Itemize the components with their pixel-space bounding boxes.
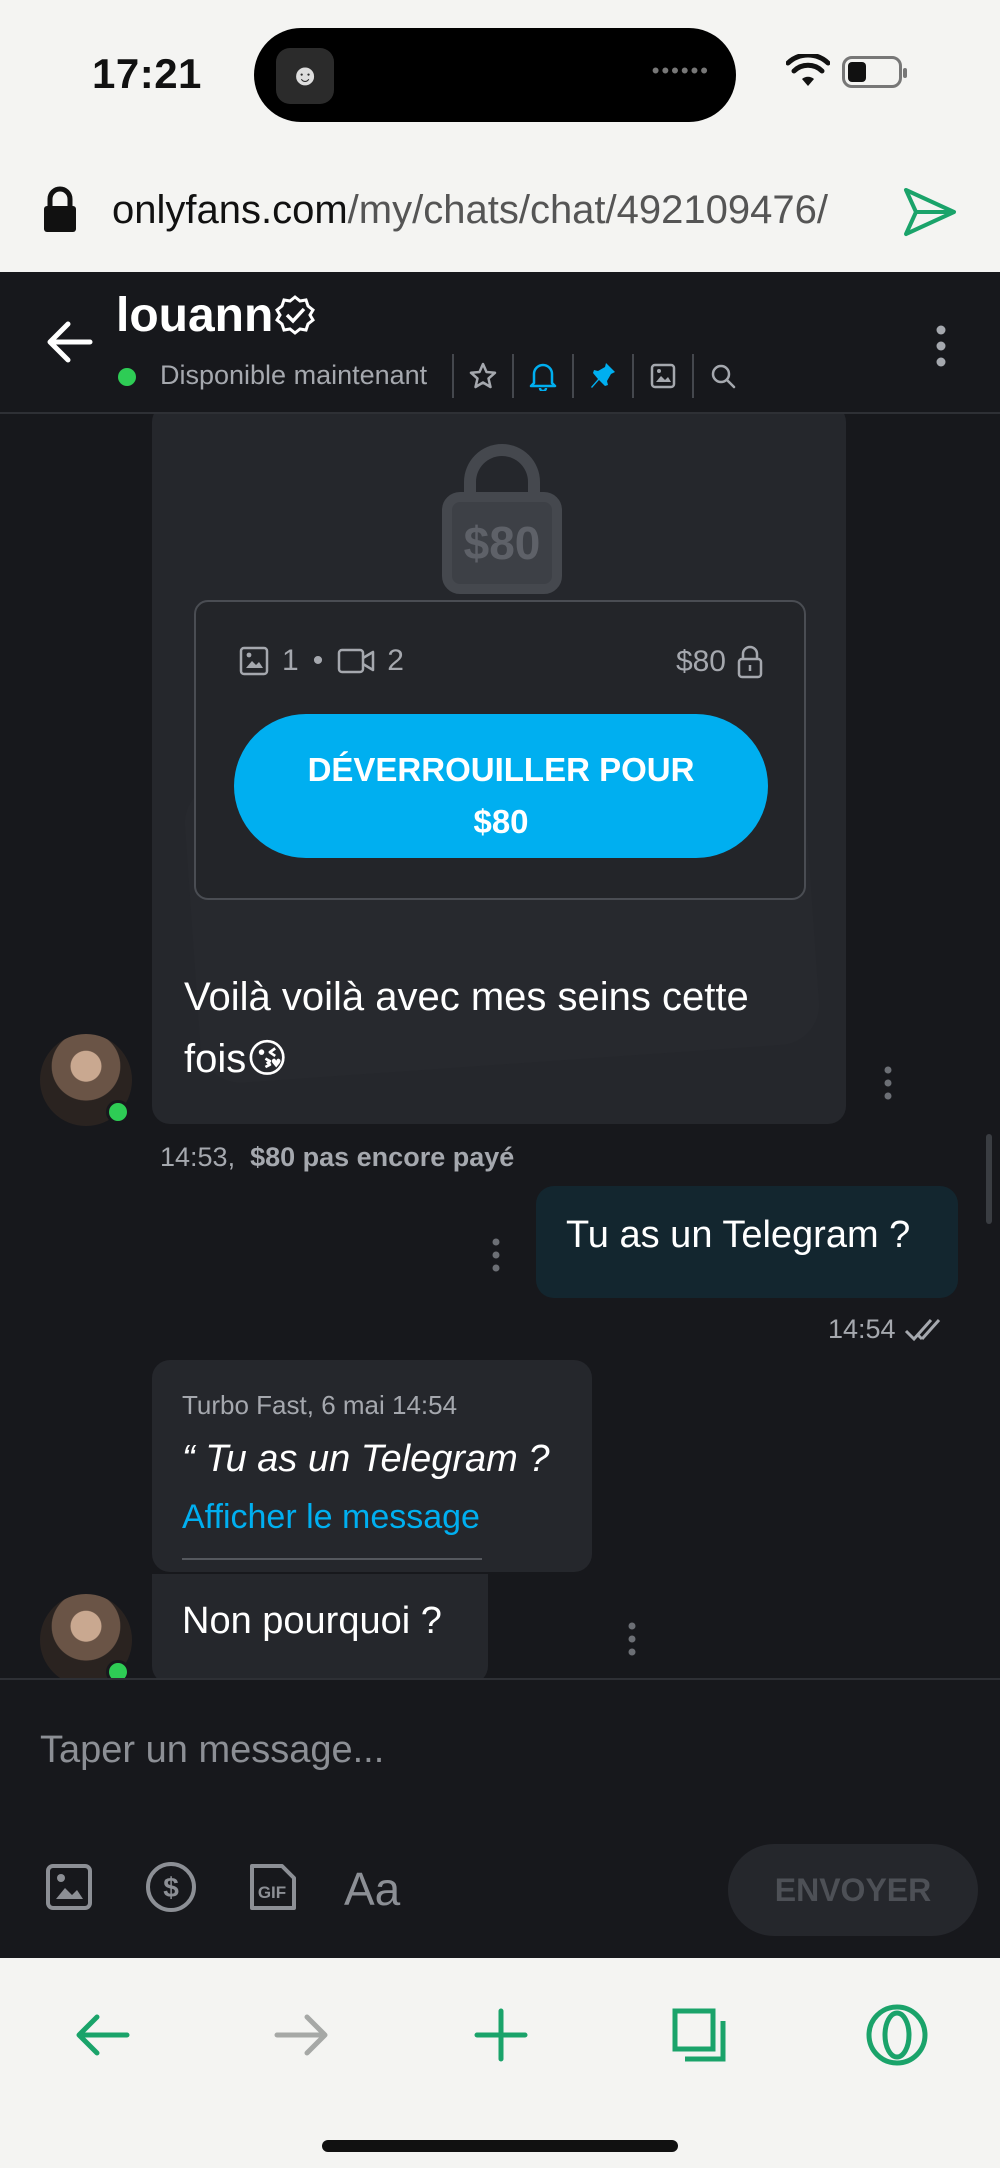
attach-image-icon[interactable]: [42, 1860, 96, 1914]
activity-dots-icon: ••••••: [651, 58, 710, 83]
gif-icon[interactable]: GIF: [245, 1860, 299, 1914]
locked-content-icon: $80: [442, 444, 562, 594]
locked-price: $80: [442, 492, 562, 594]
message-time: 14:53,: [160, 1142, 236, 1172]
ppv-price: $80: [676, 644, 764, 680]
url-text[interactable]: onlyfans.com/my/chats/chat/492109476/: [112, 188, 828, 233]
browser-forward-icon[interactable]: [266, 2000, 336, 2070]
chat-header: louann Disponible maintenant: [0, 272, 1000, 414]
battery-icon: [842, 56, 907, 88]
header-actions: [452, 354, 752, 398]
url-path: /my/chats/chat/492109476/: [347, 188, 828, 232]
reply-quote-bubble[interactable]: Turbo Fast, 6 mai 14:54 “ Tu as un Teleg…: [152, 1360, 592, 1572]
message-input[interactable]: [40, 1710, 940, 1790]
tabs-icon[interactable]: [664, 2000, 734, 2070]
search-icon[interactable]: [692, 354, 752, 398]
media-count: 1 • 2: [238, 644, 404, 678]
ppv-price-value: $80: [675, 645, 726, 678]
small-lock-icon: [737, 645, 763, 679]
message-options-icon[interactable]: [491, 1238, 501, 1272]
app-avatar-icon: ☻: [276, 48, 334, 104]
more-options-icon[interactable]: [934, 324, 948, 368]
message-time: 14:54: [828, 1314, 896, 1344]
unlock-label-line2: $80: [473, 803, 529, 840]
home-indicator[interactable]: [322, 2140, 678, 2152]
back-arrow-icon[interactable]: [42, 316, 94, 368]
outgoing-meta: 14:54: [828, 1314, 950, 1345]
text-format-button[interactable]: Aa: [344, 1862, 400, 1916]
ppv-unlock-box: 1 • 2 $80 DÉVERROUILLER POUR $80: [194, 600, 806, 900]
svg-text:GIF: GIF: [258, 1883, 286, 1902]
notification-bell-icon[interactable]: [512, 354, 572, 398]
opera-menu-icon[interactable]: [862, 2000, 932, 2070]
clock: 17:21: [92, 50, 202, 97]
browser-back-icon[interactable]: [68, 2000, 138, 2070]
contact-name[interactable]: louann: [116, 288, 273, 343]
url-bar[interactable]: onlyfans.com/my/chats/chat/492109476/: [0, 150, 1000, 272]
incoming-message[interactable]: Non pourquoi ?: [152, 1574, 488, 1678]
online-indicator: [106, 1660, 130, 1678]
image-count: 1: [282, 644, 299, 677]
avatar[interactable]: [40, 1594, 132, 1678]
show-message-link[interactable]: Afficher le message: [182, 1498, 480, 1537]
message-composer: $ GIF Aa ENVOYER: [0, 1678, 1000, 1958]
online-indicator: [106, 1100, 130, 1124]
verified-badge-icon: [275, 295, 315, 335]
dynamic-island: ☻ ••••••: [254, 28, 736, 122]
scrollbar[interactable]: [986, 1134, 992, 1224]
image-icon: [239, 646, 269, 676]
message-meta: 14:53, $80 pas encore payé: [160, 1142, 514, 1173]
chat-messages[interactable]: $80 1 • 2 $80 DÉVERROUILLER POUR $80 Voi…: [0, 414, 1000, 1678]
message-options-icon[interactable]: [627, 1622, 637, 1656]
share-send-icon[interactable]: [902, 186, 958, 238]
reply-header: Turbo Fast, 6 mai 14:54: [182, 1390, 458, 1420]
online-indicator: [118, 368, 136, 386]
quoted-text: “ Tu as un Telegram ?: [182, 1438, 550, 1480]
tip-dollar-icon[interactable]: $: [144, 1860, 198, 1914]
browser-toolbar: [0, 1958, 1000, 2168]
svg-text:$: $: [163, 1872, 179, 1903]
avatar[interactable]: [40, 1034, 132, 1126]
divider: [182, 1558, 482, 1560]
video-count: 2: [387, 644, 404, 677]
url-domain: onlyfans.com: [112, 188, 348, 232]
favorite-star-icon[interactable]: [452, 354, 512, 398]
unlock-button[interactable]: DÉVERROUILLER POUR $80: [234, 714, 768, 858]
lock-icon: [44, 186, 76, 232]
double-check-icon: [904, 1318, 940, 1341]
ppv-message-card: $80 1 • 2 $80 DÉVERROUILLER POUR $80 Voi…: [152, 414, 846, 1124]
message-options-icon[interactable]: [883, 1066, 893, 1100]
video-icon: [337, 648, 375, 674]
outgoing-message[interactable]: Tu as un Telegram ?: [536, 1186, 958, 1298]
media-gallery-icon[interactable]: [632, 354, 692, 398]
status-bar: 17:21 ☻ ••••••: [0, 0, 1000, 150]
pin-icon[interactable]: [572, 354, 632, 398]
send-button[interactable]: ENVOYER: [728, 1844, 978, 1936]
message-caption: Voilà voilà avec mes seins cette fois😘: [184, 975, 749, 1081]
count-separator: •: [312, 644, 324, 677]
availability-status: Disponible maintenant: [160, 360, 428, 390]
new-tab-plus-icon[interactable]: [466, 2000, 536, 2070]
payment-status: $80 pas encore payé: [250, 1142, 515, 1172]
unlock-label-line1: DÉVERROUILLER POUR: [307, 751, 695, 788]
wifi-icon: [786, 54, 830, 86]
